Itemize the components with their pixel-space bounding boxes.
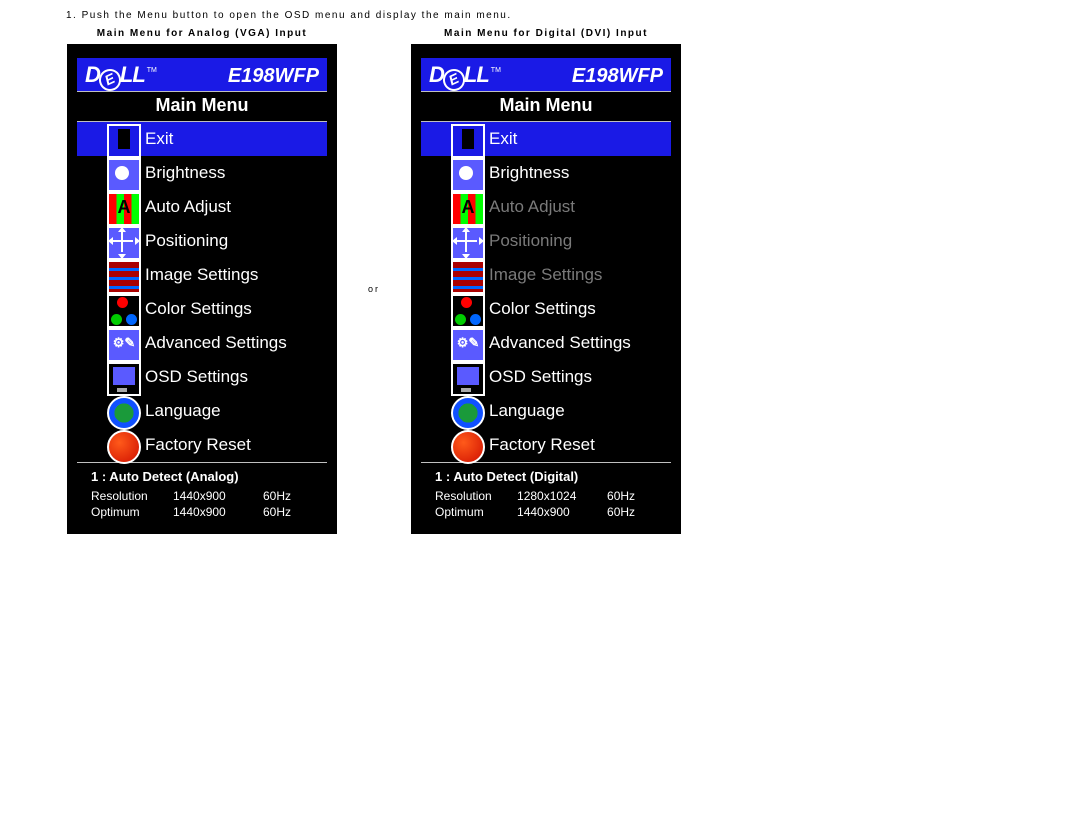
menu-item-reset[interactable]: Factory Reset: [77, 428, 327, 462]
menu-item-lang[interactable]: Language: [77, 394, 327, 428]
status-row: Resolution1280x102460Hz: [435, 488, 657, 504]
exit-icon: [107, 124, 141, 158]
menu-item-auto[interactable]: AAuto Adjust: [421, 190, 671, 224]
status-row: Resolution1440x90060Hz: [91, 488, 313, 504]
osd-settings-icon: [107, 362, 141, 396]
menu-item-label: Color Settings: [489, 299, 596, 319]
positioning-icon: [451, 226, 485, 260]
menu-item-label: Factory Reset: [145, 435, 251, 455]
menu-list: ExitBrightnessAAuto AdjustPositioningIma…: [77, 122, 327, 462]
menu-item-adv[interactable]: ⚙✎Advanced Settings: [77, 326, 327, 360]
osd-header: DELLTM E198WFP: [77, 58, 327, 92]
caption-analog: Main Menu for Analog (VGA) Input: [66, 27, 338, 43]
menu-item-bright[interactable]: Brightness: [77, 156, 327, 190]
osd-cell-digital: DELLTME198WFPMain MenuExitBrightnessAAut…: [410, 43, 682, 535]
instruction-line: 1. Push the Menu button to open the OSD …: [66, 10, 1064, 21]
menu-item-pos[interactable]: Positioning: [77, 224, 327, 258]
menu-item-label: Auto Adjust: [145, 197, 231, 217]
model-number: E198WFP: [228, 65, 319, 88]
menu-item-exit[interactable]: Exit: [421, 122, 671, 156]
osd-header: DELLTM E198WFP: [421, 58, 671, 92]
menu-item-color[interactable]: Color Settings: [421, 292, 671, 326]
exit-icon: [451, 124, 485, 158]
menu-item-label: Exit: [489, 129, 517, 149]
menu-item-label: Positioning: [489, 231, 572, 251]
status-row: Optimum1440x90060Hz: [435, 504, 657, 520]
menu-item-label: Advanced Settings: [489, 333, 631, 353]
menu-item-exit[interactable]: Exit: [77, 122, 327, 156]
menu-item-label: Language: [145, 401, 221, 421]
image-settings-icon: [451, 260, 485, 294]
menu-item-label: Brightness: [145, 163, 225, 183]
menu-item-pos[interactable]: Positioning: [421, 224, 671, 258]
caption-digital: Main Menu for Digital (DVI) Input: [410, 27, 682, 43]
language-icon: [451, 396, 485, 430]
menu-item-lang[interactable]: Language: [421, 394, 671, 428]
menu-item-label: Advanced Settings: [145, 333, 287, 353]
color-settings-icon: [107, 294, 141, 328]
factory-reset-icon: [451, 430, 485, 464]
osd-panel: DELLTME198WFPMain MenuExitBrightnessAAut…: [411, 44, 681, 534]
osd-title: Main Menu: [77, 92, 327, 122]
auto-adjust-icon: A: [451, 192, 485, 226]
menu-item-img[interactable]: Image Settings: [421, 258, 671, 292]
menu-item-label: Positioning: [145, 231, 228, 251]
menu-item-color[interactable]: Color Settings: [77, 292, 327, 326]
osd-comparison-table: Main Menu for Analog (VGA) Input Main Me…: [66, 27, 682, 535]
osd-title: Main Menu: [421, 92, 671, 122]
language-icon: [107, 396, 141, 430]
menu-item-auto[interactable]: AAuto Adjust: [77, 190, 327, 224]
menu-item-label: Color Settings: [145, 299, 252, 319]
image-settings-icon: [107, 260, 141, 294]
menu-item-adv[interactable]: ⚙✎Advanced Settings: [421, 326, 671, 360]
menu-item-img[interactable]: Image Settings: [77, 258, 327, 292]
menu-item-reset[interactable]: Factory Reset: [421, 428, 671, 462]
status-table: Resolution1440x90060HzOptimum1440x90060H…: [91, 488, 313, 520]
menu-item-osd[interactable]: OSD Settings: [77, 360, 327, 394]
menu-item-label: Image Settings: [145, 265, 258, 285]
model-number: E198WFP: [572, 65, 663, 88]
or-separator: or: [338, 43, 410, 535]
dell-logo: DELLTM: [429, 62, 501, 89]
menu-item-label: Image Settings: [489, 265, 602, 285]
status-mode: 1 : Auto Detect (Analog): [91, 469, 313, 484]
instruction-number: 1.: [66, 10, 77, 21]
menu-item-bright[interactable]: Brightness: [421, 156, 671, 190]
osd-cell-analog: DELLTME198WFPMain MenuExitBrightnessAAut…: [66, 43, 338, 535]
menu-list: ExitBrightnessAAuto AdjustPositioningIma…: [421, 122, 671, 462]
status-block: 1 : Auto Detect (Analog) Resolution1440x9…: [77, 463, 327, 520]
factory-reset-icon: [107, 430, 141, 464]
menu-item-label: OSD Settings: [489, 367, 592, 387]
menu-item-label: OSD Settings: [145, 367, 248, 387]
brightness-icon: [451, 158, 485, 192]
menu-item-label: Auto Adjust: [489, 197, 575, 217]
menu-item-label: Factory Reset: [489, 435, 595, 455]
status-block: 1 : Auto Detect (Digital) Resolution1280x…: [421, 463, 671, 520]
advanced-settings-icon: ⚙✎: [107, 328, 141, 362]
brightness-icon: [107, 158, 141, 192]
advanced-settings-icon: ⚙✎: [451, 328, 485, 362]
instruction-text: Push the Menu button to open the OSD men…: [82, 10, 512, 21]
menu-item-label: Language: [489, 401, 565, 421]
menu-item-label: Brightness: [489, 163, 569, 183]
status-mode: 1 : Auto Detect (Digital): [435, 469, 657, 484]
status-row: Optimum1440x90060Hz: [91, 504, 313, 520]
auto-adjust-icon: A: [107, 192, 141, 226]
osd-panel: DELLTME198WFPMain MenuExitBrightnessAAut…: [67, 44, 337, 534]
dell-logo: DELLTM: [85, 62, 157, 89]
osd-settings-icon: [451, 362, 485, 396]
color-settings-icon: [451, 294, 485, 328]
status-table: Resolution1280x102460HzOptimum1440x90060…: [435, 488, 657, 520]
positioning-icon: [107, 226, 141, 260]
menu-item-osd[interactable]: OSD Settings: [421, 360, 671, 394]
menu-item-label: Exit: [145, 129, 173, 149]
